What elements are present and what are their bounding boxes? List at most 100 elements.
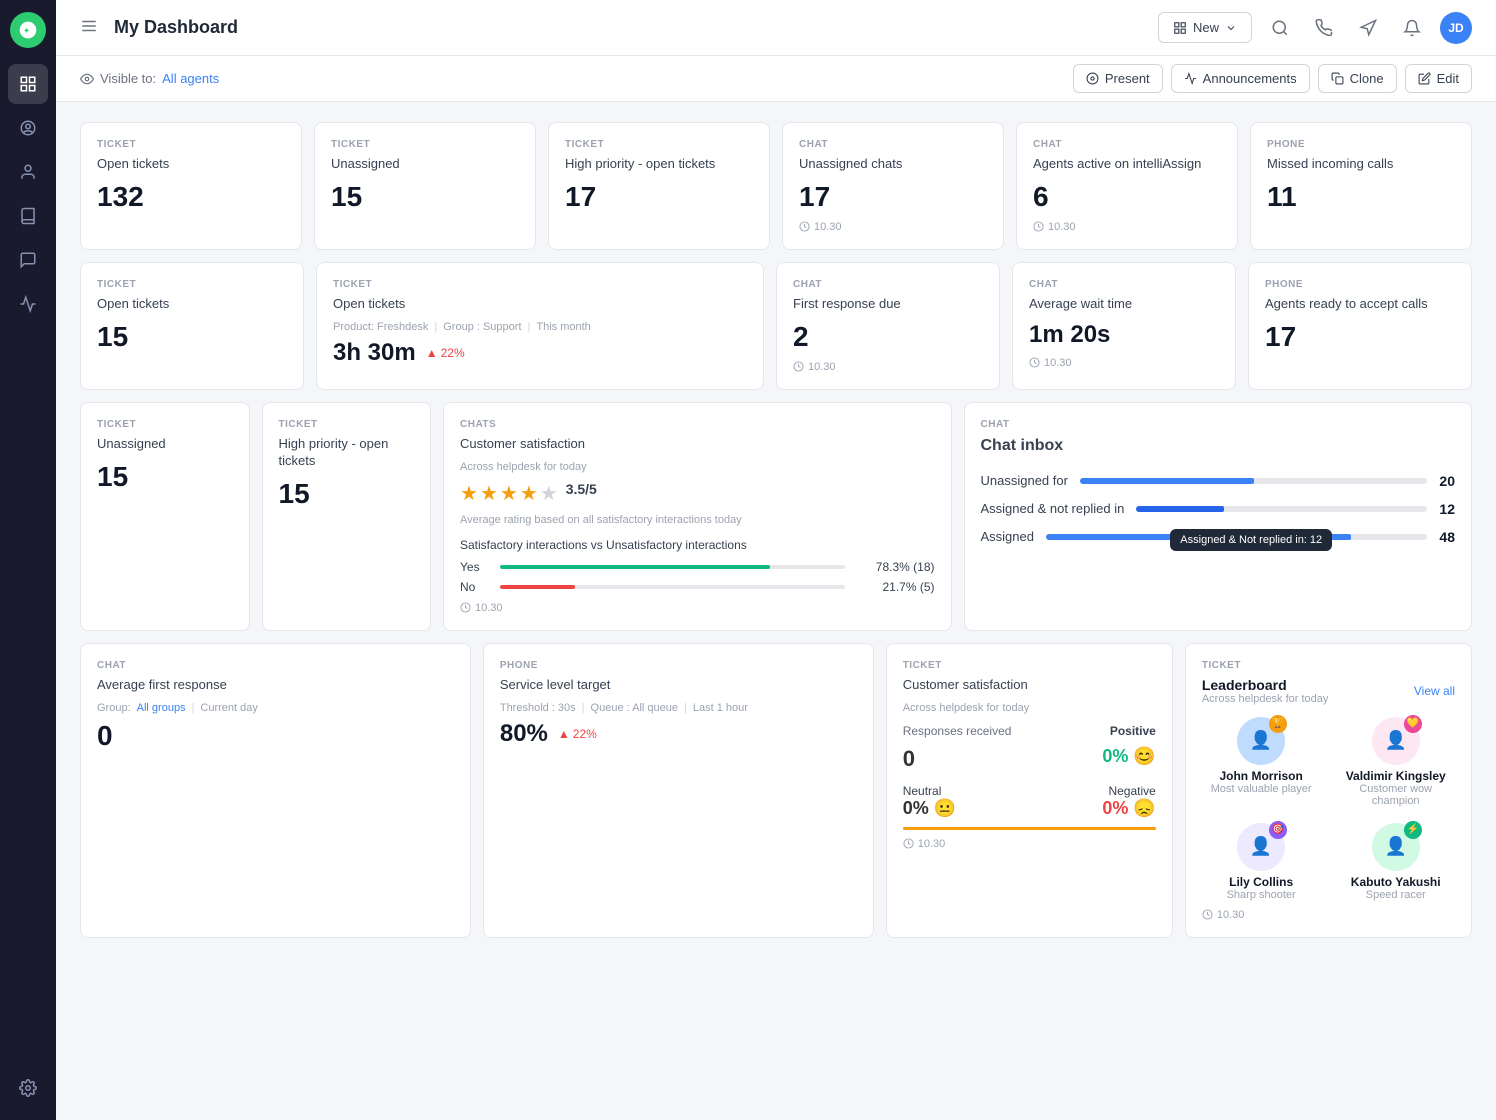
inbox-label: Assigned & not replied in (981, 501, 1125, 516)
meta-group-value: All groups (137, 702, 186, 714)
user-avatar[interactable]: JD (1440, 12, 1472, 44)
card-value: 11 (1267, 181, 1455, 213)
inbox-label: Assigned (981, 529, 1034, 544)
card-label: Service level target (500, 677, 857, 694)
search-icon[interactable] (1264, 12, 1296, 44)
card-label: Customer satisfaction (460, 436, 935, 453)
card-footer: 10.30 (903, 838, 1156, 850)
card-value: 17 (1265, 321, 1455, 353)
card-type: PHONE (500, 660, 857, 671)
card-type: TICKET (903, 660, 1156, 671)
card-type: CHAT (799, 139, 987, 150)
ticket-sat-row2: 0 0% 😊 (903, 746, 1156, 772)
visibility-info: Visible to: All agents (80, 71, 219, 86)
neutral-label: Neutral (903, 784, 942, 798)
inbox-fill (1136, 506, 1223, 512)
header-left: My Dashboard (80, 17, 238, 38)
card-type: TICKET (97, 279, 287, 290)
sub-header: Visible to: All agents Present Announcem… (56, 56, 1496, 102)
sidebar-item-contacts[interactable] (8, 152, 48, 192)
card-chat-inbox: CHAT Chat inbox Unassigned for 20 Assign… (964, 402, 1473, 631)
meta-sep: | (434, 321, 437, 333)
card-value: 1m 20s (1029, 321, 1219, 349)
trend-arrow: ▲ (426, 346, 438, 360)
megaphone-icon[interactable] (1352, 12, 1384, 44)
inbox-label: Unassigned for (981, 473, 1068, 488)
star-2: ★ (480, 481, 498, 506)
meta-period: Current day (200, 702, 257, 714)
card-label: Unassigned (331, 156, 519, 173)
view-all-link[interactable]: View all (1414, 684, 1455, 698)
star-rating: ★ ★ ★ ★ ★ 3.5/5 (460, 481, 935, 506)
card-value: 15 (97, 321, 287, 353)
inbox-bar (1080, 478, 1427, 484)
leader-name: John Morrison (1219, 769, 1302, 783)
sidebar-item-chat[interactable] (8, 240, 48, 280)
meta-sep: | (582, 702, 585, 714)
leader-name: Valdimir Kingsley (1346, 769, 1446, 783)
leader-valdimir: 👤 💛 Valdimir Kingsley Customer wow champ… (1336, 717, 1455, 807)
sidebar-item-dashboard[interactable] (8, 64, 48, 104)
timestamp: 10.30 (918, 838, 946, 850)
sidebar-item-settings[interactable] (8, 1068, 48, 1108)
card-sublabel: Across helpdesk for today (903, 702, 1156, 714)
row2-cards: TICKET Open tickets 15 TICKET Open ticke… (80, 262, 1472, 390)
card-type: CHAT (1033, 139, 1221, 150)
card-open-tickets-15: TICKET Open tickets 15 (80, 262, 304, 390)
card-customer-satisfaction-chat: CHATS Customer satisfaction Across helpd… (443, 402, 952, 631)
card-avg-response-row2: TICKET Open tickets Product: Freshdesk |… (316, 262, 764, 390)
clone-button[interactable]: Clone (1318, 64, 1397, 93)
main-content: My Dashboard New JD (56, 0, 1496, 1120)
card-type: CHAT (981, 419, 1456, 430)
card-value: 2 (793, 321, 983, 353)
card-value: 15 (331, 181, 519, 213)
present-button[interactable]: Present (1073, 64, 1163, 93)
status-icon[interactable] (1308, 12, 1340, 44)
responses-value: 0 (903, 746, 915, 772)
yes-pct: 78.3% (18) (855, 560, 935, 574)
no-bar-wrap (500, 585, 845, 589)
inbox-bar-wrap (1080, 478, 1427, 484)
card-value: 3h 30m (333, 339, 416, 367)
bell-icon[interactable] (1396, 12, 1428, 44)
sidebar-item-reports[interactable] (8, 196, 48, 236)
visibility-value: All agents (162, 71, 219, 86)
service-level-value-row: 80% ▲ 22% (500, 720, 857, 748)
star-3: ★ (500, 481, 518, 506)
new-button[interactable]: New (1158, 12, 1252, 43)
card-type: CHAT (1029, 279, 1219, 290)
card-agents-active: CHAT Agents active on intelliAssign 6 10… (1016, 122, 1238, 250)
responses-label: Responses received (903, 724, 1012, 738)
sat-progress-bar (903, 827, 1156, 830)
app-logo[interactable]: ✦ (10, 12, 46, 48)
meta-sep: | (192, 702, 195, 714)
leaderboard-title: Leaderboard Across helpdesk for today (1202, 677, 1329, 705)
card-label: High priority - open tickets (279, 436, 415, 470)
sidebar-item-tickets[interactable] (8, 108, 48, 148)
present-label: Present (1105, 71, 1150, 86)
meta-product: Product: Freshdesk (333, 321, 428, 333)
card-label: Agents ready to accept calls (1265, 296, 1455, 313)
trend-indicator: ▲ 22% (426, 346, 465, 360)
timestamp: 10.30 (1048, 221, 1076, 233)
inbox-bar (1136, 506, 1427, 512)
meta-sep2: | (684, 702, 687, 714)
yes-bar (500, 565, 845, 569)
announcements-button[interactable]: Announcements (1171, 64, 1310, 93)
card-value: 6 (1033, 181, 1221, 213)
card-label: Unassigned chats (799, 156, 987, 173)
edit-label: Edit (1437, 71, 1459, 86)
leader-emoji: 👤 (1250, 730, 1272, 751)
leader-avatar: 👤 💛 (1372, 717, 1420, 765)
leaderboard-title-text: Leaderboard (1202, 677, 1329, 693)
rating-value: 3.5/5 (566, 481, 597, 506)
leader-badge: ⚡ (1404, 821, 1422, 839)
sidebar-item-analytics[interactable] (8, 284, 48, 324)
card-label: Open tickets (97, 156, 285, 173)
ticket-sat-row1: Responses received Positive (903, 724, 1156, 738)
edit-button[interactable]: Edit (1405, 64, 1472, 93)
card-label: Average wait time (1029, 296, 1219, 313)
timestamp: 10.30 (1044, 357, 1072, 369)
hamburger-menu[interactable] (80, 17, 98, 38)
neutral-value: 0% 😐 (903, 798, 956, 819)
